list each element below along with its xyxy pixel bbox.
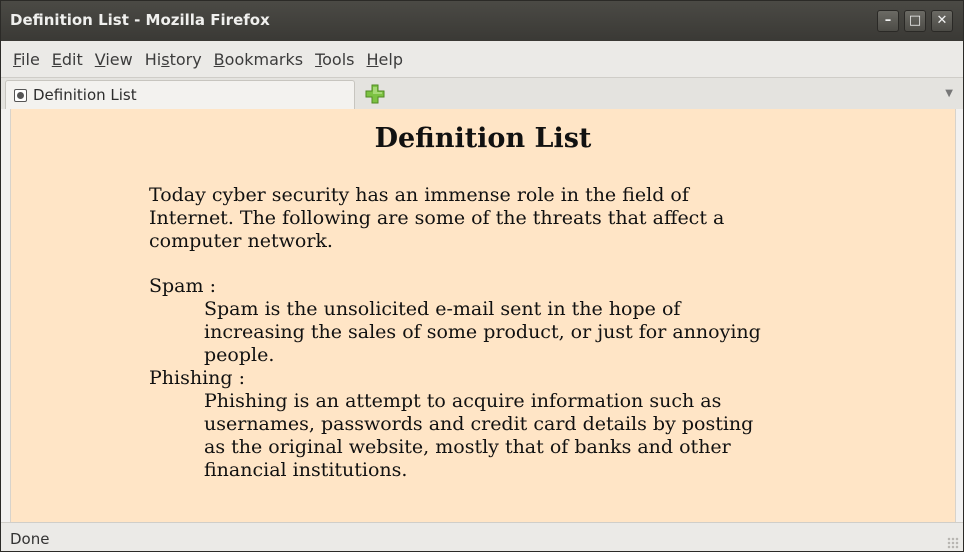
page-favicon-icon — [14, 88, 27, 102]
menu-history[interactable]: History — [139, 50, 208, 69]
definition-list: Spam : Spam is the unsolicited e-mail se… — [149, 275, 761, 482]
page-content: Definition List Today cyber security has… — [10, 109, 956, 522]
new-tab-plus-icon[interactable] — [365, 84, 385, 104]
status-text: Done — [10, 530, 50, 548]
window-title: Definition List - Mozilla Firefox — [10, 11, 270, 29]
status-bar: Done — [1, 522, 963, 551]
definition-description: Phishing is an attempt to acquire inform… — [204, 390, 754, 481]
window-controls: – □ ✕ — [877, 10, 953, 32]
definition-description: Spam is the unsolicited e-mail sent in t… — [204, 298, 761, 366]
tab-bar: Definition List ▼ — [1, 77, 963, 109]
tab-list-dropdown-icon[interactable]: ▼ — [945, 88, 953, 99]
title-bar[interactable]: Definition List - Mozilla Firefox – □ ✕ — [1, 1, 963, 41]
menu-tools[interactable]: Tools — [309, 50, 360, 69]
menu-view[interactable]: View — [89, 50, 139, 69]
maximize-button[interactable]: □ — [904, 10, 926, 32]
minimize-button[interactable]: – — [877, 10, 899, 32]
close-button[interactable]: ✕ — [931, 10, 953, 32]
menu-file[interactable]: File — [7, 50, 46, 69]
menu-bookmarks[interactable]: Bookmarks — [208, 50, 309, 69]
tab-label: Definition List — [33, 86, 137, 104]
definition-term: Phishing : — [149, 367, 246, 389]
tab-definition-list[interactable]: Definition List — [5, 80, 355, 109]
intro-paragraph: Today cyber security has an immense role… — [149, 184, 725, 252]
menu-help[interactable]: Help — [361, 50, 409, 69]
definition-term: Spam : — [149, 275, 216, 297]
menu-edit[interactable]: Edit — [46, 50, 89, 69]
menu-bar: File Edit View History Bookmarks Tools H… — [1, 41, 963, 77]
browser-window: Definition List - Mozilla Firefox – □ ✕ … — [0, 0, 964, 552]
page-heading: Definition List — [374, 123, 592, 154]
resize-grip-icon[interactable] — [947, 537, 959, 549]
